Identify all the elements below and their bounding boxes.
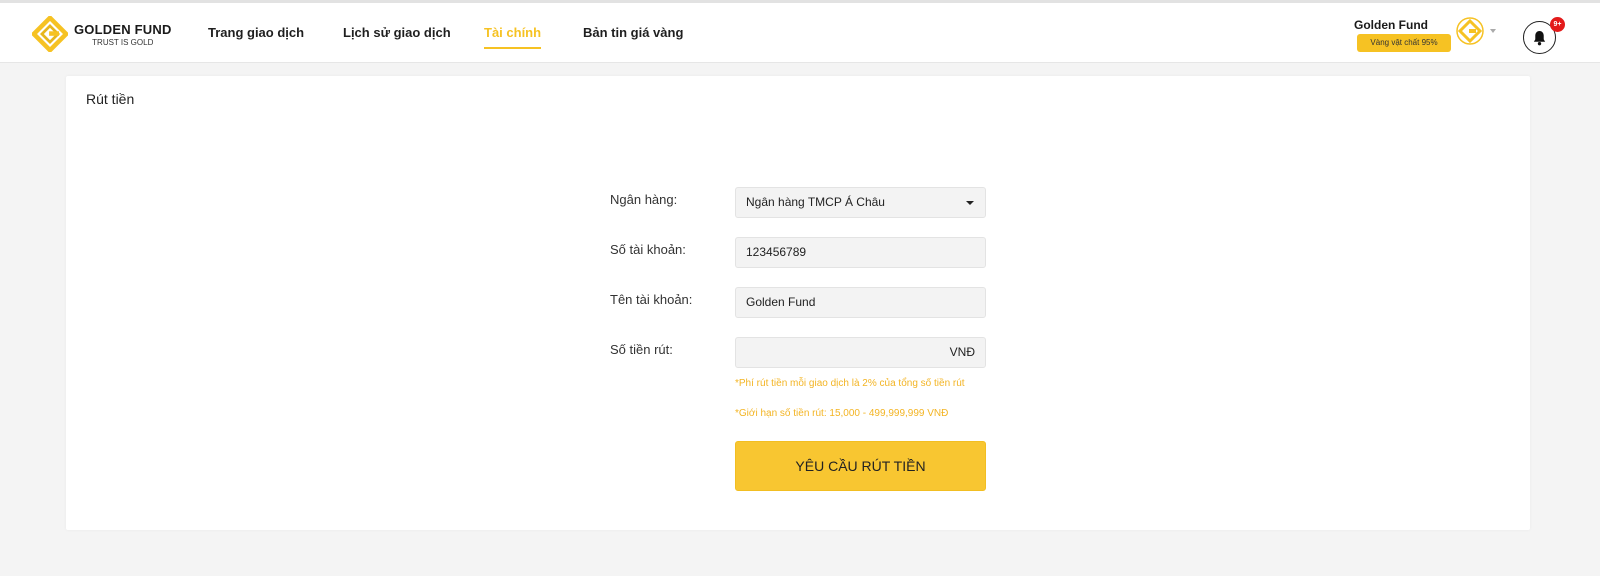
nav-item-label: Trang giao dịch [208, 25, 305, 40]
brand-name: GOLDEN FUND [74, 21, 172, 37]
withdraw-request-button[interactable]: YÊU CẦU RÚT TIỀN [735, 441, 986, 491]
withdraw-card: Rút tiền Ngân hàng: Ngân hàng TMCP Á Châ… [66, 76, 1530, 530]
nav-item-trading[interactable]: Trang giao dịch [208, 3, 304, 63]
bank-label: Ngân hàng: [610, 192, 678, 207]
nav-item-label: Bản tin giá vàng [583, 25, 684, 40]
chevron-down-icon [966, 201, 974, 205]
fee-note: *Phí rút tiền mỗi giao dịch là 2% của tổ… [735, 378, 965, 389]
limit-note: *Giới hạn số tiền rút: 15,000 - 499,999,… [735, 408, 949, 419]
amount-input[interactable]: VNĐ [735, 337, 986, 368]
brand-logo[interactable]: GOLDEN FUND TRUST IS GOLD [32, 14, 172, 54]
account-name-field[interactable]: Golden Fund [735, 287, 986, 318]
avatar-icon[interactable] [1456, 17, 1484, 45]
currency-unit: VNĐ [949, 345, 975, 359]
nav-item-history[interactable]: Lịch sử giao dịch [343, 3, 451, 63]
bell-icon [1533, 30, 1546, 45]
account-number-label: Số tài khoản: [610, 242, 686, 257]
brand-text: GOLDEN FUND TRUST IS GOLD [74, 22, 172, 47]
nav-item-label: Tài chính [484, 25, 542, 40]
chevron-down-icon[interactable] [1490, 29, 1496, 33]
account-name-label: Tên tài khoản: [610, 292, 693, 307]
nav-item-label: Lịch sử giao dịch [343, 25, 451, 40]
user-name: Golden Fund [1354, 18, 1428, 32]
nav-item-finance[interactable]: Tài chính [484, 3, 542, 63]
brand-tagline: TRUST IS GOLD [92, 37, 154, 47]
bank-select[interactable]: Ngân hàng TMCP Á Châu [735, 187, 986, 218]
nav-item-gold-news[interactable]: Bản tin giá vàng [583, 3, 683, 63]
header: GOLDEN FUND TRUST IS GOLD Trang giao dịc… [0, 3, 1600, 63]
bank-select-value: Ngân hàng TMCP Á Châu [746, 195, 885, 209]
notification-count-badge: 9+ [1550, 17, 1565, 32]
account-type-badge: Vàng vật chất 95% [1357, 34, 1451, 52]
page-title: Rút tiền [86, 91, 135, 107]
golden-fund-logo-icon [32, 16, 68, 52]
active-tab-indicator [484, 47, 542, 49]
amount-label: Số tiền rút: [610, 342, 673, 357]
account-number-field[interactable]: 123456789 [735, 237, 986, 268]
